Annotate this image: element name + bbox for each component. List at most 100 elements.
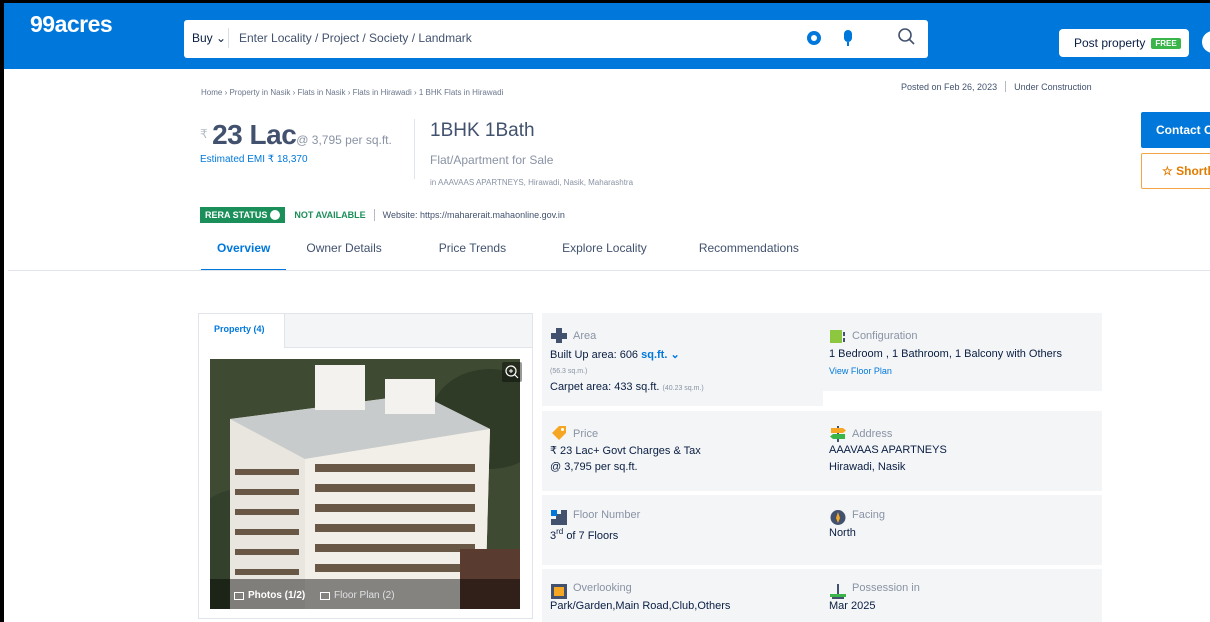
search-icon[interactable] <box>896 26 918 48</box>
free-badge: FREE <box>1151 38 1181 49</box>
possession-label: Possession in <box>852 582 920 594</box>
property-title: 1BHK 1Bath <box>430 120 535 141</box>
built-up-area: Built Up area: 606 sq.ft. ⌄ <box>550 348 680 361</box>
tab-price-trends[interactable]: Price Trends <box>439 241 506 271</box>
price-block: ₹ 23 Lac@ 3,795 per sq.ft. <box>200 119 392 151</box>
possession-value: Mar 2025 <box>829 600 876 612</box>
photos-label: Photos (1/2) <box>248 590 306 601</box>
area-label: Area <box>573 330 597 342</box>
shortlist-button[interactable]: ☆ Shortlist <box>1141 153 1210 189</box>
chevron-down-icon: ⌄ <box>670 349 680 361</box>
overlooking-card: Overlooking Park/Garden,Main Road,Club,O… <box>542 569 823 622</box>
rera-badge: RERA STATUS <box>200 207 286 223</box>
carpet-sqm: (40.23 sq.m.) <box>662 385 704 392</box>
search-bar: Buy ⌄ <box>184 20 928 58</box>
contact-owner-button[interactable]: Contact Owner <box>1141 112 1210 148</box>
floor-card: Floor Number 3rd of 7 Floors <box>542 495 823 565</box>
price-per-sqft-value: @ 3,795 per sq.ft. <box>550 461 638 473</box>
star-icon: ☆ <box>1162 164 1173 178</box>
top-header: 99acres Buy ⌄ Post property FREE <box>4 3 1210 69</box>
location-icon[interactable] <box>807 31 821 45</box>
floor-ordinal: rd <box>556 527 564 536</box>
built-up-value: Built Up area: 606 <box>550 349 639 361</box>
buy-label: Buy <box>192 31 213 45</box>
tab-owner-details[interactable]: Owner Details <box>306 241 381 271</box>
tab-recommendations[interactable]: Recommendations <box>699 241 799 271</box>
floor-plan-label: Floor Plan (2) <box>334 590 395 601</box>
address-label: Address <box>852 428 893 440</box>
divider <box>414 119 415 179</box>
facing-card: Facing North <box>821 495 1102 565</box>
unit-dropdown[interactable]: sq.ft. ⌄ <box>641 349 680 361</box>
rera-badge-label: RERA STATUS <box>205 210 268 220</box>
divider <box>1005 81 1007 92</box>
floor-plan-icon <box>320 591 330 600</box>
compass-icon <box>830 510 846 525</box>
tab-divider <box>8 270 1210 271</box>
rera-website[interactable]: Website: https://maharerait.mahaonline.g… <box>383 210 565 220</box>
floor-icon <box>551 510 567 525</box>
post-property-button[interactable]: Post property FREE <box>1059 29 1189 57</box>
built-up-sqm: (56.3 sq.m.) <box>550 368 588 375</box>
shortlist-label: Shortlist <box>1176 164 1210 178</box>
configuration-value: 1 Bedroom , 1 Bathroom, 1 Balcony with O… <box>829 348 1062 360</box>
tab-overview[interactable]: Overview <box>200 241 287 271</box>
breadcrumb[interactable]: Home › Property in Nasik › Flats in Nasi… <box>201 88 503 97</box>
photo-gallery: Property (4) <box>198 313 533 619</box>
facing-label: Facing <box>852 509 886 521</box>
zoom-in-icon[interactable] <box>502 362 522 382</box>
user-icon[interactable] <box>1202 31 1210 53</box>
carpet-area: Carpet area: 433 sq.ft. (40.23 sq.m.) <box>550 381 704 393</box>
configuration-label: Configuration <box>852 330 918 342</box>
view-floor-plan-link[interactable]: View Floor Plan <box>829 366 892 376</box>
price-label: Price <box>573 428 599 440</box>
photos-tab[interactable]: Photos (1/2) <box>234 590 305 601</box>
price-value: ₹ 23 Lac+ Govt Charges & Tax <box>550 445 701 457</box>
posted-date: Posted on Feb 26, 2023 <box>901 82 998 92</box>
tab-property-photos[interactable]: Property (4) <box>199 314 285 348</box>
page-frame: 99acres Buy ⌄ Post property FREE Home › P… <box>0 0 1210 622</box>
signpost-icon <box>830 426 846 442</box>
posted-info: Posted on Feb 26, 2023 Under Construction <box>901 81 1092 92</box>
microphone-icon[interactable] <box>844 30 852 46</box>
address-line-2: Hirawadi, Nasik <box>829 461 906 473</box>
price-per-sqft: @ 3,795 per sq.ft. <box>296 133 392 147</box>
floor-value: 3rd of 7 Floors <box>550 527 618 542</box>
configuration-card: Configuration 1 Bedroom , 1 Bathroom, 1 … <box>821 313 1102 391</box>
price-tag-icon <box>552 426 566 440</box>
property-details: Area Built Up area: 606 sq.ft. ⌄ (56.3 s… <box>542 313 1102 622</box>
price-amount: 23 Lac <box>212 119 297 150</box>
tab-explore-locality[interactable]: Explore Locality <box>562 241 647 271</box>
carpet-value: Carpet area: 433 sq.ft. <box>550 381 660 393</box>
image-icon <box>234 591 244 600</box>
floor-total: of 7 Floors <box>566 530 619 542</box>
chevron-down-icon: ⌄ <box>216 31 227 45</box>
search-input[interactable] <box>239 25 779 51</box>
unit-label: sq.ft. <box>641 349 668 361</box>
building-illustration <box>210 359 520 609</box>
buy-dropdown[interactable]: Buy ⌄ <box>192 31 226 45</box>
site-logo[interactable]: 99acres <box>30 11 113 38</box>
overlooking-value: Park/Garden,Main Road,Club,Others <box>550 600 731 612</box>
property-photo[interactable] <box>210 359 520 609</box>
possession-icon <box>830 584 846 599</box>
address-card: Address AAAVAAS APARTNEYS Hirawadi, Nasi… <box>821 411 1102 491</box>
area-card: Area Built Up area: 606 sq.ft. ⌄ (56.3 s… <box>542 313 823 406</box>
overlooking-label: Overlooking <box>573 582 632 594</box>
facing-value: North <box>829 527 856 539</box>
configuration-icon <box>830 330 845 343</box>
price-card: Price ₹ 23 Lac+ Govt Charges & Tax @ 3,7… <box>542 411 823 491</box>
tab-bar: Overview Owner Details Price Trends Expl… <box>200 241 799 271</box>
estimated-emi-link[interactable]: Estimated EMI ₹ 18,370 <box>200 154 308 165</box>
divider <box>373 209 375 221</box>
floor-plan-tab[interactable]: Floor Plan (2) <box>320 590 395 601</box>
info-icon[interactable] <box>270 210 281 220</box>
window-icon <box>551 584 567 599</box>
gallery-tab-bar: Property (4) <box>199 314 532 348</box>
construction-status: Under Construction <box>1014 82 1092 92</box>
rupee-symbol: ₹ <box>200 127 208 141</box>
rera-status: NOT AVAILABLE <box>294 210 366 220</box>
area-icon <box>551 328 567 343</box>
post-property-label: Post property <box>1074 36 1146 50</box>
floor-label: Floor Number <box>573 509 641 521</box>
